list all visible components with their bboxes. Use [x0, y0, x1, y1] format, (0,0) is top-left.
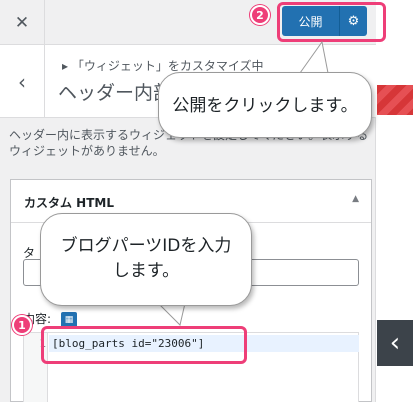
- step-badge-2: 2: [250, 5, 270, 25]
- callout-blog-parts-id: ブログパーツIDを入力 します。: [40, 213, 252, 306]
- step-badge-1: 1: [12, 315, 32, 335]
- callout-id-line2: します。: [112, 261, 180, 281]
- expand-chevron-icon[interactable]: ‹: [377, 320, 413, 366]
- code-highlight: [41, 326, 247, 364]
- back-chevron-icon[interactable]: ‹: [0, 45, 45, 118]
- callout-id-line1: ブログパーツIDを入力: [60, 236, 232, 256]
- collapse-arrow-icon[interactable]: ▲: [352, 194, 359, 204]
- close-icon[interactable]: ✕: [0, 0, 45, 45]
- widget-title: カスタム HTML: [24, 196, 114, 210]
- site-preview: ‹: [377, 0, 413, 402]
- section-title: ヘッダー内部: [58, 82, 173, 104]
- preview-header-stripe: [377, 85, 413, 115]
- callout-publish-text: 公開をクリックします。: [172, 96, 358, 116]
- publish-highlight: [277, 2, 386, 42]
- callout-publish: 公開をクリックします。: [158, 72, 372, 138]
